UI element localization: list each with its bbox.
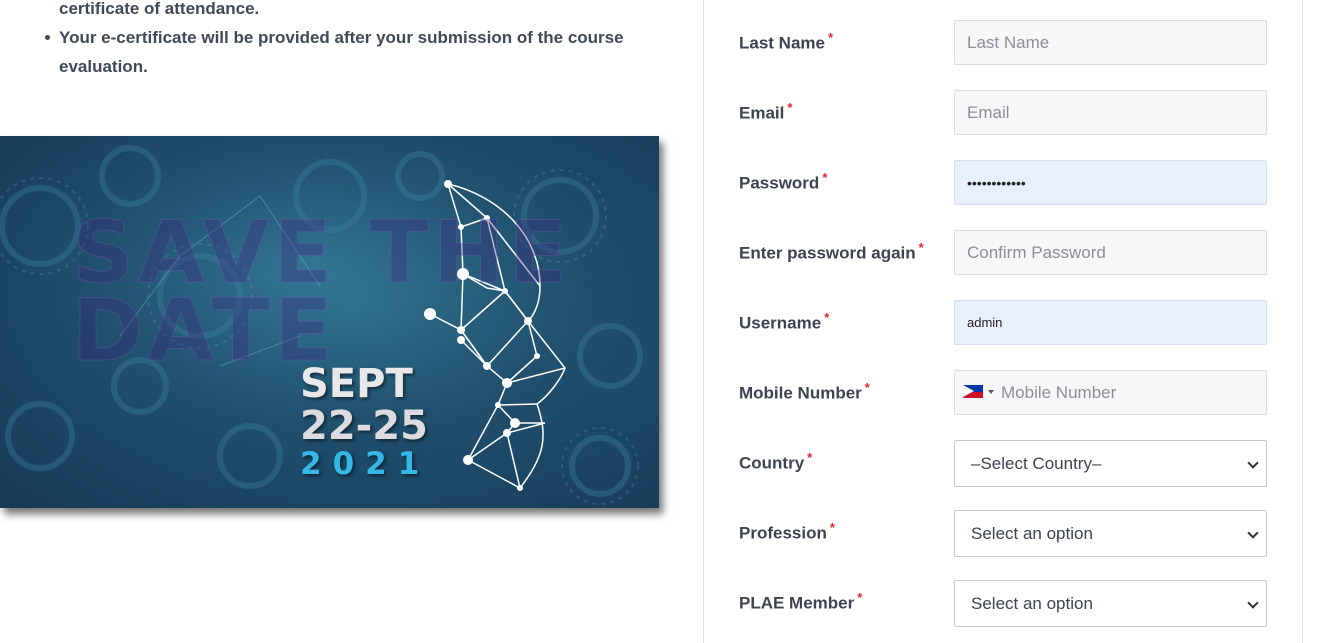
email-label: Email * [739,100,792,124]
profession-row: Profession * Select an option [739,510,1267,557]
username-row: Username * [739,300,1267,347]
event-year: 2021 [300,446,431,482]
profession-select[interactable]: Select an option [954,510,1267,557]
chevron-down-icon [1247,527,1259,539]
country-label: Country * [739,450,812,474]
password-label: Password * [739,170,827,194]
profession-label: Profession * [739,520,835,544]
form-panel-border-right [1302,0,1303,643]
event-month: SEPT [300,361,413,407]
email-row: Email * [739,90,1267,137]
profession-label-text: Profession [739,523,827,543]
confirm-password-input[interactable] [954,230,1267,275]
country-select[interactable]: –Select Country– [954,440,1267,487]
event-date: SEPT 22-25 2021 [300,362,430,482]
mobile-number-row: Mobile Number * [739,370,1267,417]
password-input[interactable] [954,160,1267,205]
last-name-label-text: Last Name [739,33,825,53]
mobile-number-label-text: Mobile Number [739,383,862,403]
username-label-text: Username [739,313,822,333]
username-label: Username * [739,310,829,334]
email-label-text: Email [739,103,785,123]
profession-select-value: Select an option [971,524,1093,543]
last-name-label: Last Name * [739,30,833,54]
mobile-number-input[interactable] [954,370,1267,415]
plae-member-label: PLAE Member * [739,590,862,614]
country-label-text: Country [739,453,805,473]
chevron-down-icon [1247,597,1259,609]
confirm-password-row: Enter password again * [739,230,1267,277]
confirm-password-label: Enter password again * [739,240,924,264]
required-marker: * [807,450,813,465]
event-banner-image: SAVE THE DATE SEPT 22-25 2021 [0,136,659,508]
last-name-input[interactable] [954,20,1267,65]
required-marker: * [822,170,828,185]
intro-text: certificate of attendance. Your e-certif… [45,0,659,81]
plae-member-select-value: Select an option [971,594,1093,613]
save-the-date-background-text: SAVE THE DATE [71,203,572,381]
mobile-number-label: Mobile Number * [739,380,870,404]
password-row: Password * [739,160,1267,207]
bullet-dot-icon [45,35,50,40]
plae-member-label-text: PLAE Member [739,593,855,613]
last-name-row: Last Name * [739,20,1267,67]
required-marker: * [857,590,863,605]
plae-member-select[interactable]: Select an option [954,580,1267,627]
philippines-flag-icon[interactable] [963,385,983,398]
intro-bullet-item: Your e-certificate will be provided afte… [45,23,659,81]
required-marker: * [918,240,924,255]
intro-bullet-text: Your e-certificate will be provided afte… [59,28,624,76]
password-label-text: Password [739,173,820,193]
required-marker: * [829,520,835,535]
country-code-caret-icon[interactable] [988,390,994,394]
plae-member-row: PLAE Member * Select an option [739,580,1267,627]
intro-continuation: certificate of attendance. [59,0,260,18]
required-marker: * [787,100,793,115]
country-select-value: –Select Country– [971,454,1102,473]
required-marker: * [824,310,830,325]
confirm-password-label-text: Enter password again [739,243,916,263]
page: certificate of attendance. Your e-certif… [0,0,1326,643]
country-row: Country * –Select Country– [739,440,1267,487]
required-marker: * [827,30,834,45]
required-marker: * [864,380,870,395]
form-panel-border-left [703,0,704,643]
chevron-down-icon [1247,457,1259,469]
intro-bullet-list: Your e-certificate will be provided afte… [45,23,659,81]
username-input[interactable] [954,300,1267,345]
email-input[interactable] [954,90,1267,135]
event-days: 22-25 [300,403,428,449]
